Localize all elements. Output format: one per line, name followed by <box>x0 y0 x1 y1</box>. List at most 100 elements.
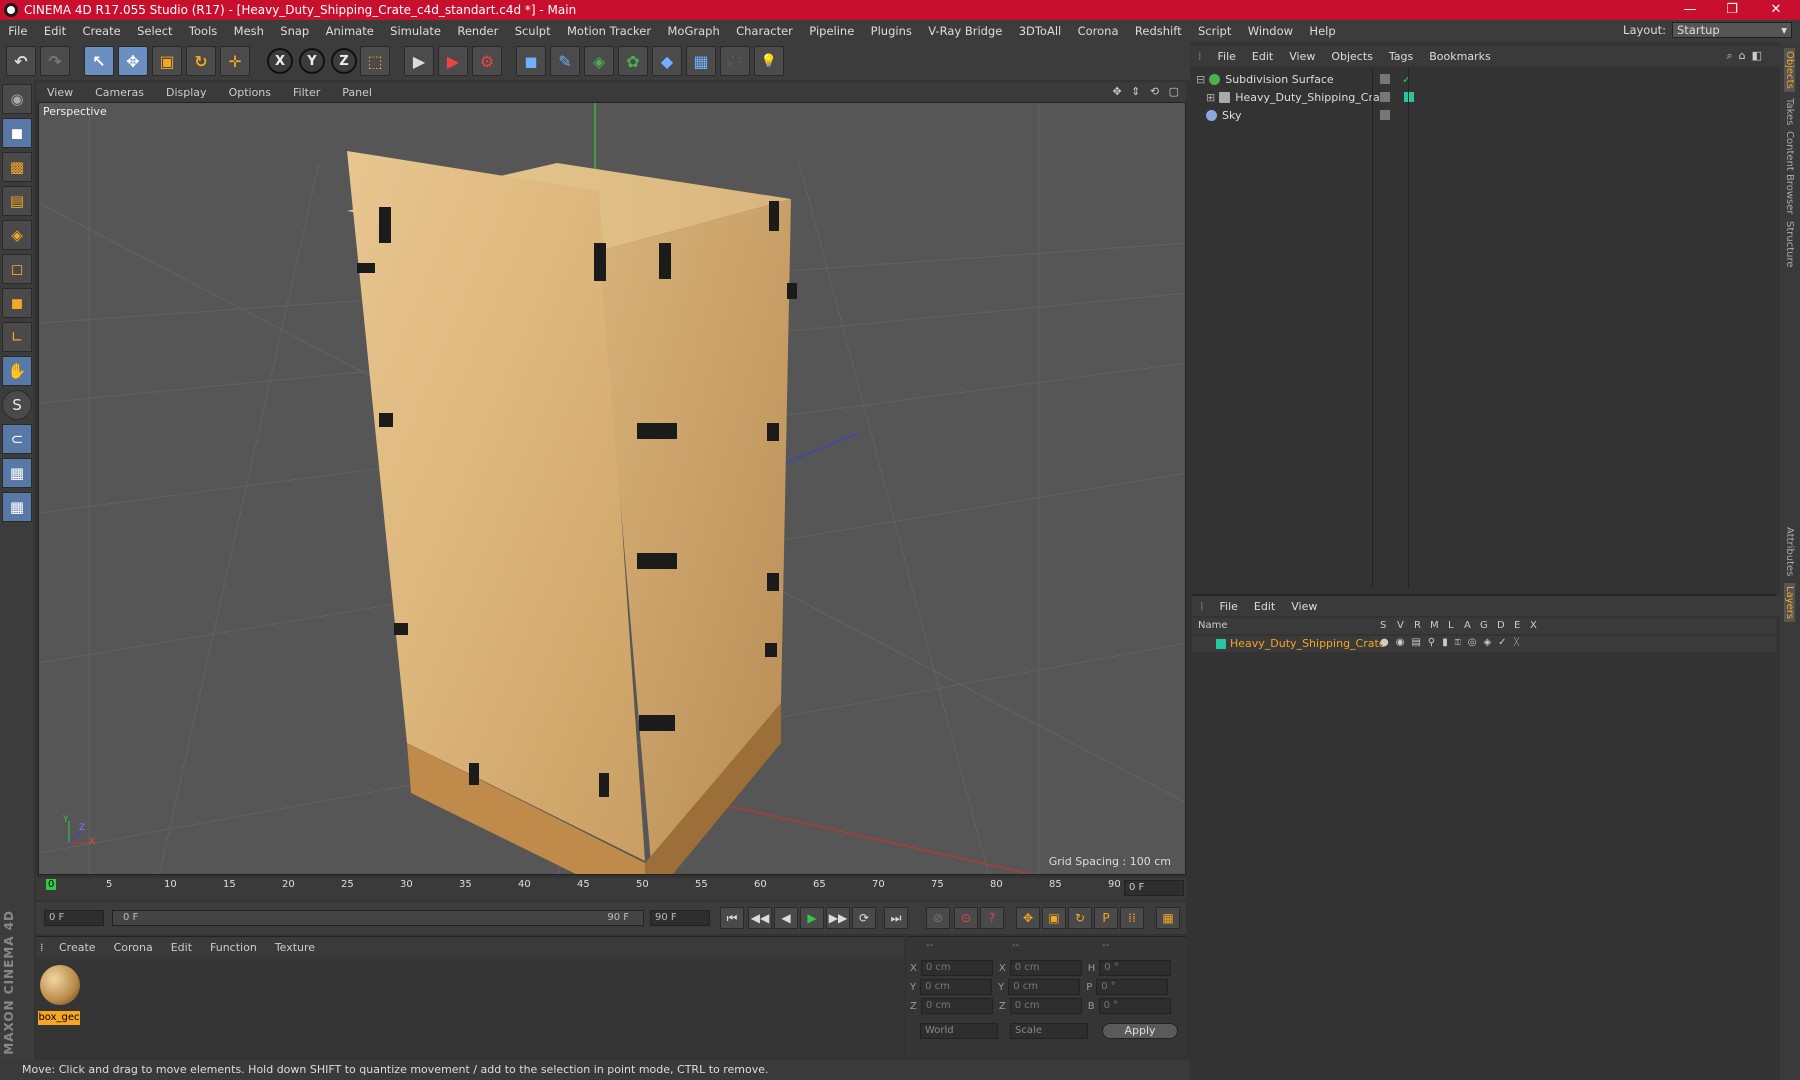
viewport-nav-icons[interactable]: ✥ ⇕ ⟲ ▢ <box>1112 85 1182 98</box>
deformer-icon[interactable]: ◆ <box>652 46 682 76</box>
menu-render[interactable]: Render <box>449 24 506 38</box>
tab-content-browser[interactable]: Content Browser <box>1784 131 1795 214</box>
key-rotation-icon[interactable]: ↻ <box>1068 907 1092 929</box>
material-preview-swatch[interactable] <box>40 965 80 1005</box>
tab-objects[interactable]: Objects <box>1784 48 1795 92</box>
object-row[interactable]: Sky <box>1192 106 1776 124</box>
autokey-icon[interactable]: ? <box>980 907 1004 929</box>
material-menu-corona[interactable]: Corona <box>105 941 162 954</box>
cube-primitive-icon[interactable]: ◼ <box>516 46 546 76</box>
size-z-field[interactable]: 0 cm <box>1009 998 1082 1014</box>
render-settings-icon[interactable]: ⚙ <box>472 46 502 76</box>
material-menu-texture[interactable]: Texture <box>266 941 324 954</box>
menu-script[interactable]: Script <box>1190 24 1240 38</box>
perspective-viewport[interactable]: Perspective Y Z X Grid Spacing : 100 cm <box>38 102 1186 875</box>
objects-menu-edit[interactable]: Edit <box>1244 50 1281 63</box>
key-parameter-icon[interactable]: P <box>1094 907 1118 929</box>
tab-takes[interactable]: Takes <box>1784 98 1795 125</box>
go-to-end-icon[interactable]: ⏭ <box>884 907 908 929</box>
coordinate-mode-dropdown[interactable]: World <box>920 1023 998 1039</box>
menu-character[interactable]: Character <box>728 24 801 38</box>
workplane-mode-icon[interactable]: ▤ <box>2 186 32 216</box>
tweak-mode-icon[interactable]: ✋ <box>2 356 32 386</box>
menu-sculpt[interactable]: Sculpt <box>507 24 559 38</box>
previous-key-icon[interactable]: ◀◀ <box>748 907 772 929</box>
record-keys-icon[interactable]: ⊙ <box>954 907 978 929</box>
rotate-tool-icon[interactable]: ↻ <box>186 46 216 76</box>
menu-simulate[interactable]: Simulate <box>382 24 449 38</box>
menu-mesh[interactable]: Mesh <box>225 24 272 38</box>
solo-icon[interactable]: S <box>2 390 32 420</box>
visibility-icon[interactable] <box>1380 74 1390 84</box>
light-icon[interactable]: 💡 <box>754 46 784 76</box>
layers-menu-view[interactable]: View <box>1283 600 1325 613</box>
menu-mograph[interactable]: MoGraph <box>659 24 728 38</box>
end-frame-field[interactable]: 90 F <box>650 910 710 926</box>
layer-color-icon[interactable] <box>1404 92 1414 102</box>
timeline-ruler[interactable]: 0 5 10 15 20 25 30 35 40 45 50 55 60 65 … <box>36 878 1186 900</box>
menu-plugins[interactable]: Plugins <box>862 24 920 38</box>
render-picture-viewer-icon[interactable]: ▶ <box>438 46 468 76</box>
rotation-h-field[interactable]: 0 ° <box>1099 960 1172 976</box>
menu-3dtoall[interactable]: 3DToAll <box>1011 24 1070 38</box>
objects-menu-file[interactable]: File <box>1210 50 1244 63</box>
viewport-menu-panel[interactable]: Panel <box>331 86 383 99</box>
layer-row[interactable]: Heavy_Duty_Shipping_Crate ●◉▤⚲▮⚿◎◈✓ᚷ <box>1192 636 1776 652</box>
object-row[interactable]: ⊟ Subdivision Surface ✓ <box>1192 70 1776 88</box>
objects-menu-bookmarks[interactable]: Bookmarks <box>1421 50 1498 63</box>
make-editable-icon[interactable]: ◉ <box>2 84 32 114</box>
position-z-field[interactable]: 0 cm <box>920 998 993 1014</box>
redo-icon[interactable]: ↷ <box>40 46 70 76</box>
layer-color-icon[interactable] <box>1216 639 1226 649</box>
key-position-icon[interactable]: ✥ <box>1016 907 1040 929</box>
layers-menu-edit[interactable]: Edit <box>1246 600 1283 613</box>
frame-range-slider[interactable]: 0 F 90 F <box>112 910 644 926</box>
viewport-menu-filter[interactable]: Filter <box>282 86 331 99</box>
material-name-label[interactable]: box_gec <box>38 1011 80 1025</box>
timeline-window-icon[interactable]: ▦ <box>1156 907 1180 929</box>
tab-attributes[interactable]: Attributes <box>1784 527 1795 576</box>
floor-icon[interactable]: ▦ <box>686 46 716 76</box>
menu-help[interactable]: Help <box>1301 24 1344 38</box>
current-frame-field[interactable]: 0 F <box>1124 880 1184 896</box>
planar-workplane-icon[interactable]: ▦ <box>2 492 32 522</box>
locked-workplane-icon[interactable]: ▦ <box>2 458 32 488</box>
select-tool-icon[interactable]: ↖ <box>84 46 114 76</box>
menu-select[interactable]: Select <box>129 24 181 38</box>
undo-icon[interactable]: ↶ <box>6 46 36 76</box>
subdivision-surface-icon[interactable]: ◈ <box>584 46 614 76</box>
menu-edit[interactable]: Edit <box>36 24 75 38</box>
z-axis-lock-button[interactable]: Z <box>331 48 357 74</box>
render-view-icon[interactable]: ▶ <box>404 46 434 76</box>
visibility-icon[interactable] <box>1380 92 1390 102</box>
object-manager-search-icons[interactable]: ⌕⌂◧ <box>1726 49 1768 63</box>
next-frame-icon[interactable]: ▶▶ <box>826 907 850 929</box>
scale-tool-icon[interactable]: ▣ <box>152 46 182 76</box>
move-tool-icon[interactable]: ✥ <box>118 46 148 76</box>
polygons-mode-icon[interactable]: ◼ <box>2 288 32 318</box>
menu-pipeline[interactable]: Pipeline <box>801 24 862 38</box>
tab-layers[interactable]: Layers <box>1784 582 1795 622</box>
objects-menu-objects[interactable]: Objects <box>1323 50 1381 63</box>
rotation-b-field[interactable]: 0 ° <box>1098 998 1171 1014</box>
viewport-menu-options[interactable]: Options <box>218 86 282 99</box>
camera-icon[interactable]: 🎥 <box>720 46 750 76</box>
previous-frame-icon[interactable]: ◀ <box>774 907 798 929</box>
close-button[interactable]: ✕ <box>1756 0 1796 20</box>
layers-menu-file[interactable]: File <box>1212 600 1246 613</box>
coordinate-system-icon[interactable]: ⬚ <box>360 46 390 76</box>
menu-window[interactable]: Window <box>1240 24 1302 38</box>
maximize-button[interactable]: ❐ <box>1712 0 1752 20</box>
objects-menu-view[interactable]: View <box>1281 50 1323 63</box>
menu-motion-tracker[interactable]: Motion Tracker <box>559 24 660 38</box>
visibility-icon[interactable] <box>1380 110 1390 120</box>
viewport-menu-display[interactable]: Display <box>155 86 218 99</box>
axis-mode-icon[interactable]: ∟ <box>2 322 32 352</box>
points-mode-icon[interactable]: ◈ <box>2 220 32 250</box>
snap-magnet-icon[interactable]: ⊂ <box>2 424 32 454</box>
go-to-start-icon[interactable]: ⏮ <box>720 907 744 929</box>
tab-structure[interactable]: Structure <box>1784 221 1795 268</box>
collapse-icon[interactable]: ⊟ <box>1196 73 1205 86</box>
record-disabled-icon[interactable]: ⊘ <box>926 907 950 929</box>
material-menu-function[interactable]: Function <box>201 941 266 954</box>
